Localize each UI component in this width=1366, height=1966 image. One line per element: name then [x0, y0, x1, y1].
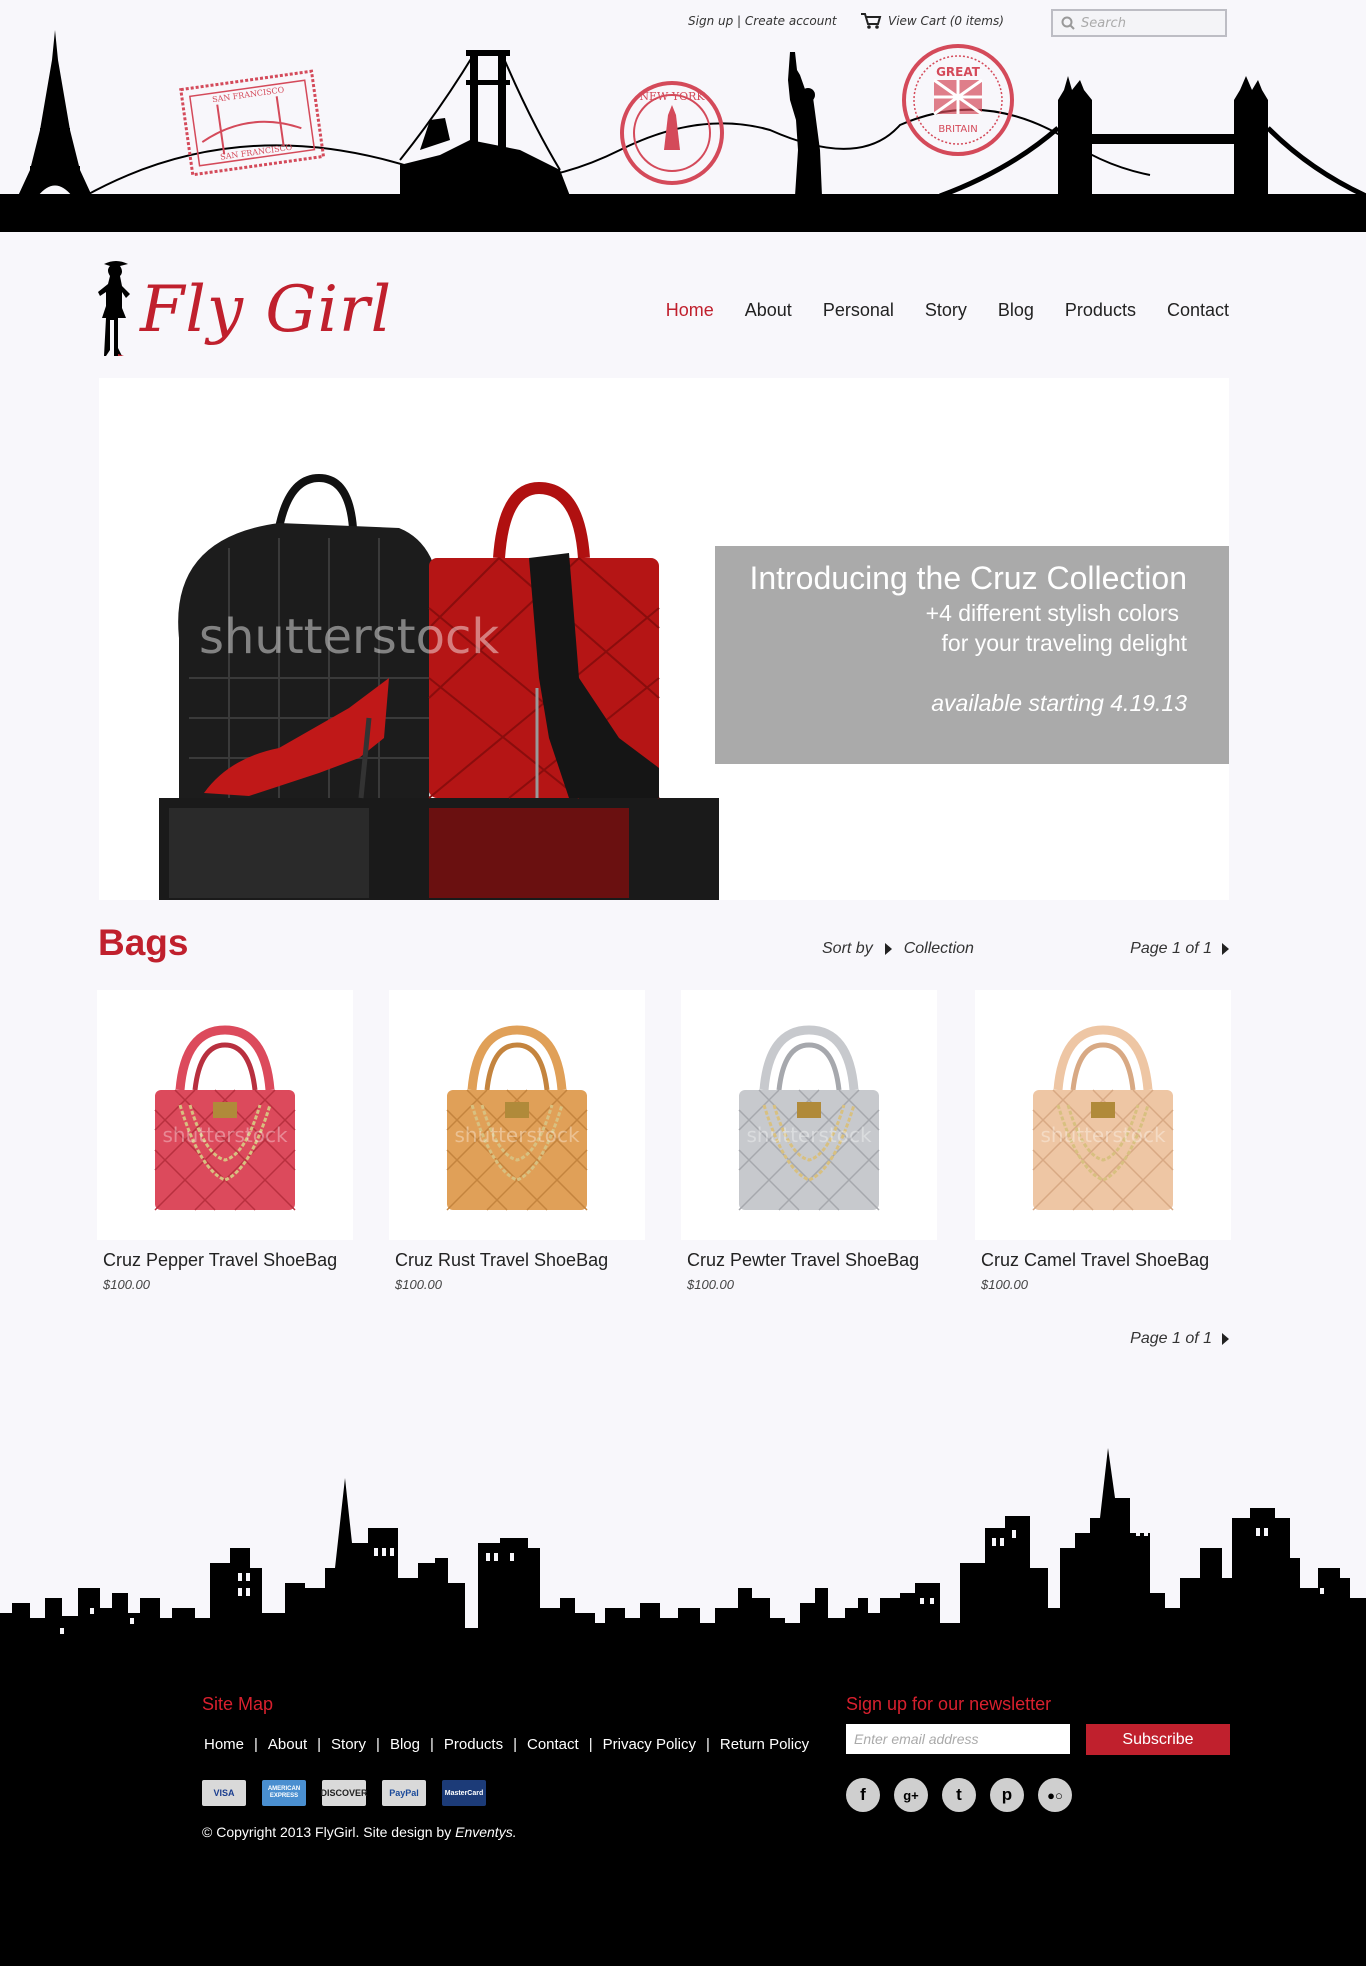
main-nav: Home About Personal Story Blog Products …: [666, 300, 1229, 321]
hero-bags-and-shoes-image: shutterstock: [159, 473, 719, 900]
visa-card-icon: VISA: [202, 1780, 246, 1806]
search-icon: [1061, 16, 1075, 30]
product-price: $100.00: [981, 1277, 1028, 1292]
san-francisco-stamp: SAN FRANCISCO SAN FRANCISCO: [179, 69, 326, 177]
utility-bar: Sign up | Create account View Cart (0 it…: [0, 8, 1366, 38]
pager-label: Page 1 of 1: [1130, 940, 1212, 957]
footer-link-story[interactable]: Story: [331, 1736, 366, 1753]
nav-blog[interactable]: Blog: [998, 300, 1034, 321]
signup-link[interactable]: Sign up | Create account: [688, 14, 837, 28]
twitter-icon[interactable]: t: [942, 1778, 976, 1812]
product-name[interactable]: Cruz Camel Travel ShoeBag: [981, 1250, 1233, 1271]
product-card[interactable]: shutterstock Cruz Pewter Travel ShoeBag $1…: [681, 990, 939, 1292]
facebook-icon[interactable]: f: [846, 1778, 880, 1812]
sort-control[interactable]: Sort by Collection: [822, 940, 974, 958]
pager-top[interactable]: Page 1 of 1: [1130, 940, 1229, 958]
nav-about[interactable]: About: [745, 300, 792, 321]
nav-home[interactable]: Home: [666, 300, 714, 321]
product-price: $100.00: [395, 1277, 442, 1292]
newsletter-heading: Sign up for our newsletter: [846, 1694, 1052, 1714]
amex-card-icon: AMERICAN EXPRESS: [262, 1780, 306, 1806]
top-banner: SAN FRANCISCO SAN FRANCISCO NEW YORK GRE…: [0, 0, 1366, 232]
product-card[interactable]: shutterstock Cruz Pepper Travel ShoeBag $1…: [97, 990, 355, 1292]
footer-links: Home | About | Story | Blog | Products | Cont…: [204, 1736, 810, 1753]
handbag-image: shutterstock: [446, 1025, 588, 1211]
new-york-stamp: NEW YORK: [620, 81, 724, 185]
section-title: Bags: [98, 922, 189, 963]
next-page-icon[interactable]: [1222, 943, 1229, 955]
product-image[interactable]: shutterstock: [975, 990, 1231, 1240]
hero-headline: Introducing the Cruz Collection: [749, 560, 1187, 596]
product-name[interactable]: Cruz Pepper Travel ShoeBag: [103, 1250, 355, 1271]
social-links: f g+ t p ●○: [846, 1778, 1072, 1812]
discover-card-icon: DISCOVER: [321, 1780, 368, 1806]
footer-link-about[interactable]: About: [268, 1736, 307, 1753]
handbag-image: shutterstock: [154, 1025, 296, 1211]
flickr-icon[interactable]: ●○: [1038, 1778, 1072, 1812]
hero-availability-date: available starting 4.19.13: [931, 690, 1187, 716]
product-image[interactable]: shutterstock: [681, 990, 937, 1240]
hero-banner[interactable]: shutterstock Introducing the Cruz Collec…: [99, 378, 1229, 900]
city-skyline-illustration: [0, 1448, 1366, 1678]
product-price: $100.00: [687, 1277, 734, 1292]
nav-personal[interactable]: Personal: [823, 300, 894, 321]
search-box: [1051, 9, 1227, 37]
footer-link-return-policy[interactable]: Return Policy: [720, 1736, 809, 1753]
product-image[interactable]: shutterstock: [389, 990, 645, 1240]
subscribe-button[interactable]: Subscribe: [1086, 1724, 1230, 1755]
fly-girl-silhouette-icon: [98, 261, 130, 356]
cart-label: View Cart (0 items): [888, 14, 1004, 28]
footer-link-home[interactable]: Home: [204, 1736, 244, 1753]
view-cart-link[interactable]: View Cart (0 items): [860, 12, 1004, 30]
next-page-icon[interactable]: [1222, 1333, 1229, 1345]
product-watermark: shutterstock: [1040, 1123, 1165, 1147]
sort-value[interactable]: Collection: [904, 940, 974, 958]
product-card[interactable]: shutterstock Cruz Rust Travel ShoeBag $100…: [389, 990, 647, 1292]
nav-products[interactable]: Products: [1065, 300, 1136, 321]
hero-subline-delight: for your traveling delight: [941, 630, 1187, 656]
product-watermark: shutterstock: [162, 1123, 287, 1147]
sitemap-heading: Site Map: [202, 1694, 274, 1714]
nav-contact[interactable]: Contact: [1167, 300, 1229, 321]
sort-arrow-icon: [884, 943, 892, 955]
site-footer: Site Map Home | About | Story | Blog | Produ…: [0, 1676, 1366, 1966]
svg-text:BRITAIN: BRITAIN: [938, 124, 977, 135]
handbag-image: shutterstock: [1032, 1025, 1174, 1211]
payment-cards: VISA AMERICAN EXPRESS DISCOVER PayPal Master…: [202, 1780, 486, 1806]
fly-girl-logo[interactable]: Fly Girl: [96, 258, 392, 358]
hero-subline-colors: +4 different stylish colors: [925, 600, 1179, 626]
product-watermark: shutterstock: [454, 1123, 579, 1147]
pager-label: Page 1 of 1: [1130, 1330, 1212, 1347]
newsletter-email-input[interactable]: [846, 1724, 1070, 1754]
product-price: $100.00: [103, 1277, 150, 1292]
pager-bottom[interactable]: Page 1 of 1: [1130, 1330, 1229, 1348]
copyright-notice: © Copyright 2013 FlyGirl. Site design by…: [202, 1824, 517, 1840]
paypal-card-icon: PayPal: [382, 1780, 426, 1806]
footer-link-products[interactable]: Products: [444, 1736, 503, 1753]
hero-watermark: shutterstock: [199, 609, 499, 665]
logo-text: Fly Girl: [140, 273, 393, 347]
pinterest-icon[interactable]: p: [990, 1778, 1024, 1812]
product-name[interactable]: Cruz Rust Travel ShoeBag: [395, 1250, 647, 1271]
search-input[interactable]: [1081, 15, 1221, 31]
sort-label: Sort by: [822, 940, 873, 957]
product-watermark: shutterstock: [746, 1123, 871, 1147]
designer-credit[interactable]: Enventys.: [455, 1824, 516, 1840]
svg-text:NEW YORK: NEW YORK: [639, 90, 705, 103]
product-card[interactable]: shutterstock Cruz Camel Travel ShoeBag $10…: [975, 990, 1233, 1292]
google-plus-icon[interactable]: g+: [894, 1778, 928, 1812]
nav-story[interactable]: Story: [925, 300, 967, 321]
hero-caption: Introducing the Cruz Collection +4 diffe…: [715, 546, 1229, 764]
product-name[interactable]: Cruz Pewter Travel ShoeBag: [687, 1250, 939, 1271]
svg-text:GREAT: GREAT: [936, 65, 981, 79]
footer-link-privacy-policy[interactable]: Privacy Policy: [603, 1736, 696, 1753]
mastercard-card-icon: MasterCard: [442, 1780, 486, 1806]
footer-link-contact[interactable]: Contact: [527, 1736, 579, 1753]
handbag-image: shutterstock: [738, 1025, 880, 1211]
shopping-cart-icon: [861, 13, 882, 29]
footer-link-blog[interactable]: Blog: [390, 1736, 420, 1753]
great-britain-stamp: GREAT BRITAIN: [902, 44, 1014, 156]
product-image[interactable]: shutterstock: [97, 990, 353, 1240]
